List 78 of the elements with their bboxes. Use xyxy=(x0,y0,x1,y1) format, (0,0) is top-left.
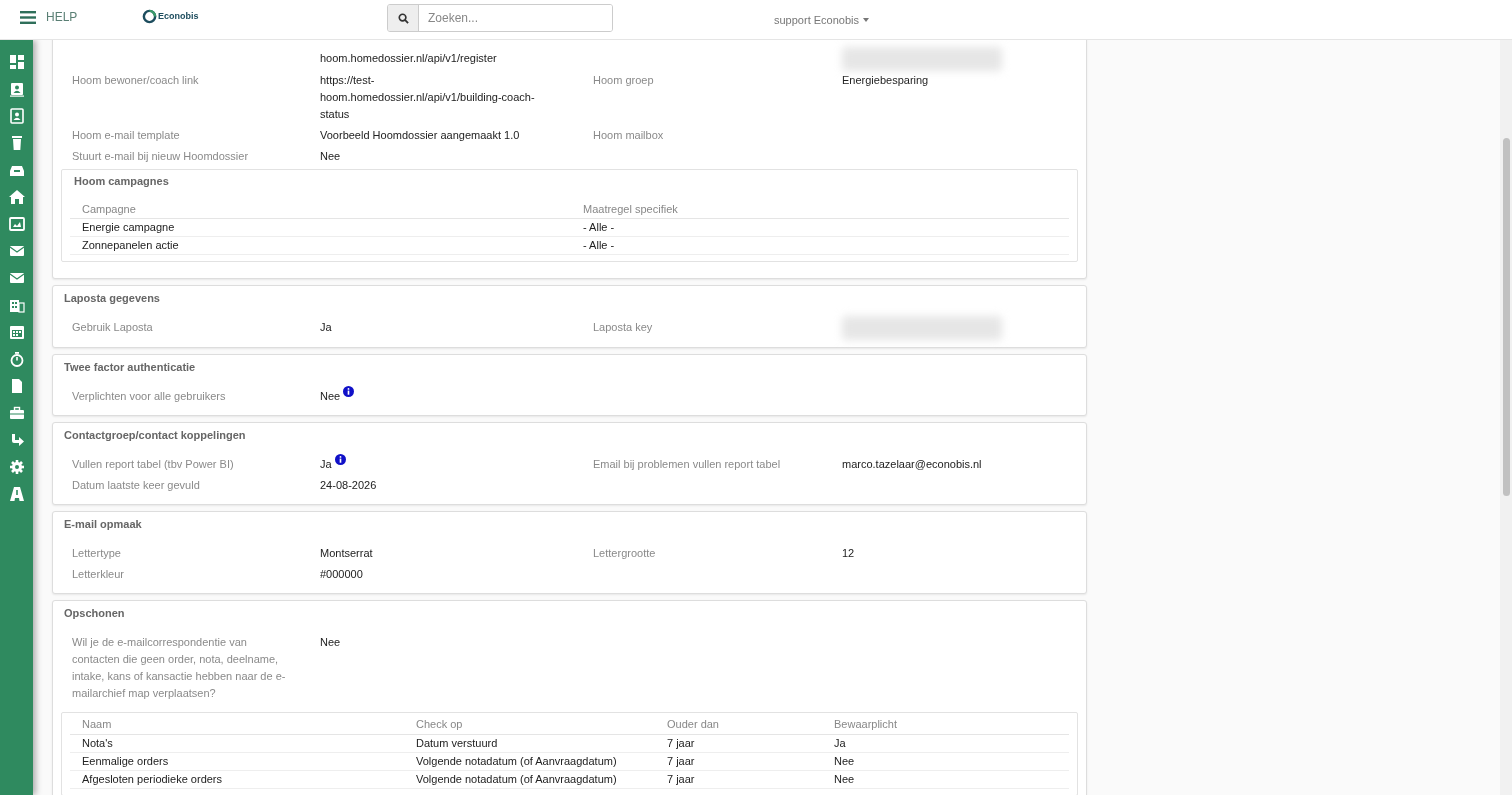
field-label: Vullen report tabel (tbv Power BI) xyxy=(72,457,235,472)
table-cell-text: Eenmalige orders xyxy=(81,753,170,769)
field-value: Ja xyxy=(320,321,332,333)
table-cell-text: Volgende notadatum (of Aanvraagdatum) xyxy=(415,753,618,769)
table-cell-text: Afgesloten periodieke orders xyxy=(81,771,224,787)
field-value: Nee xyxy=(320,390,341,402)
column-header: Maatregel specifiek xyxy=(582,201,679,217)
field-label: Stuurt e-mail bij nieuw Hoomdossier xyxy=(72,149,250,164)
column-header: Campagne xyxy=(81,201,137,217)
field-value: Montserrat xyxy=(320,547,373,559)
logo-text: Econobis xyxy=(158,9,199,23)
field-value: #000000 xyxy=(320,568,363,580)
field-value: Nee xyxy=(320,150,341,162)
table-cell-text: - Alle - xyxy=(582,238,616,253)
help-menu-button[interactable]: HELP xyxy=(20,8,78,26)
scrollbar[interactable] xyxy=(1500,40,1512,795)
field-label: Hoom groep xyxy=(593,73,655,88)
column-header: Check op xyxy=(415,717,464,732)
field-label: Laposta key xyxy=(593,320,654,335)
contact-book-icon[interactable] xyxy=(8,107,25,125)
table-cell-text: Zonnepanelen actie xyxy=(81,238,180,253)
field-label: Hoom e-mail template xyxy=(72,128,181,143)
column-header: Bewaarplicht xyxy=(833,717,898,732)
table-cell-text: Nee xyxy=(833,753,856,769)
table-title: Hoom campagnes xyxy=(73,174,170,189)
panel-title: Twee factor authenticatie xyxy=(63,360,197,375)
field-label: Verplichten voor alle gebruikers xyxy=(72,389,227,404)
contact-card-icon[interactable] xyxy=(8,80,25,98)
road-icon[interactable] xyxy=(8,485,25,503)
table-cell-text: Datum verstuurd xyxy=(415,735,499,751)
menu-icon xyxy=(20,10,36,24)
search-field[interactable]: Zoeken... xyxy=(387,4,613,32)
field-value: 12 xyxy=(842,547,855,559)
panel-title: Contactgroep/contact koppelingen xyxy=(63,428,247,443)
caret-icon xyxy=(863,18,869,23)
table-cell-text: Ja xyxy=(833,735,847,751)
field-value: 24-08-2026 xyxy=(320,479,377,491)
field-label: Gebruik Laposta xyxy=(72,320,154,335)
image-frame-icon[interactable] xyxy=(8,215,25,233)
field-value: marco.tazelaar@econobis.nl xyxy=(842,458,982,470)
field-label: Hoom bewoner/coach link xyxy=(72,73,200,88)
table-cell-text: Nota's xyxy=(81,735,114,751)
field-label: Lettertype xyxy=(72,546,122,561)
field-label: Letterkleur xyxy=(72,567,125,582)
calendar-icon[interactable] xyxy=(8,323,25,341)
table-cell-text: 7 jaar xyxy=(666,735,696,751)
table-cell-text: Energie campagne xyxy=(81,220,176,235)
field-value: Voorbeeld Hoomdossier aangemaakt 1.0 xyxy=(320,129,520,141)
field-label: Email bij problemen vullen report tabel xyxy=(593,457,782,472)
field-value: Nee xyxy=(320,636,341,648)
field-value: Energiebesparing xyxy=(842,74,929,86)
field-label: Lettergrootte xyxy=(593,546,657,561)
table-cell-text: Volgende notadatum (of Aanvraagdatum) xyxy=(415,771,618,787)
field-label: Wil je de e-mailcorrespondentie van contacten die geen order, nota, deelname, intake, kans of kansactie hebben naar de e-mailarchief map verplaatsen? xyxy=(72,635,287,701)
column-header: Ouder dan xyxy=(666,717,720,732)
field-value: Ja xyxy=(320,458,332,470)
briefcase-icon[interactable] xyxy=(8,404,25,422)
column-header: Naam xyxy=(81,717,113,732)
panel-title: Opschonen xyxy=(63,606,126,621)
info-icon[interactable] xyxy=(343,386,355,397)
table-cell-text: 7 jaar xyxy=(666,771,696,787)
user-menu-button[interactable]: support Econobis xyxy=(774,12,869,29)
panel-title: E-mail opmaak xyxy=(63,517,143,532)
field-value: https://test-hoom.homedossier.nl/api/v1/building-coach-status xyxy=(320,74,535,120)
info-icon[interactable] xyxy=(334,454,346,465)
field-label: Hoom mailbox xyxy=(593,128,665,143)
search-icon xyxy=(397,12,409,24)
dashboard-icon[interactable] xyxy=(8,53,25,71)
table-cell-text: Nee xyxy=(833,771,856,787)
home-icon[interactable] xyxy=(8,188,25,206)
panel-title: Laposta gegevens xyxy=(63,291,161,306)
field-label: Datum laatste keer gevuld xyxy=(72,478,201,493)
settings-icon[interactable] xyxy=(8,458,25,476)
field-value: hoom.homedossier.nl/api/v1/register xyxy=(320,52,497,64)
table-cell-text: 7 jaar xyxy=(666,753,696,769)
logo-icon xyxy=(142,9,157,24)
stopwatch-icon[interactable] xyxy=(8,350,25,368)
table-cell-text: - Alle - xyxy=(582,220,616,235)
